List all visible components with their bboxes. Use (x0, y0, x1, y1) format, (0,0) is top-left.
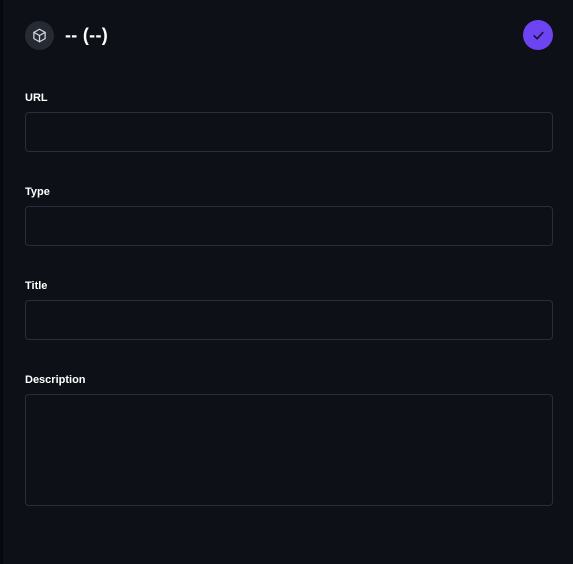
title-input[interactable] (25, 300, 553, 340)
box-icon (25, 20, 54, 50)
description-label: Description (25, 374, 86, 386)
link-editor-panel: -- (--) URL Type Title Description (0, 0, 573, 564)
url-label: URL (25, 92, 48, 104)
description-textarea[interactable] (25, 394, 553, 506)
url-field: URL (25, 92, 553, 152)
check-icon (532, 29, 545, 42)
description-field: Description (25, 374, 553, 506)
panel-title: -- (--) (65, 24, 109, 45)
type-input[interactable] (25, 206, 553, 246)
type-label: Type (25, 186, 50, 198)
confirm-button[interactable] (523, 20, 553, 50)
title-label: Title (25, 280, 48, 292)
url-input[interactable] (25, 112, 553, 152)
type-field: Type (25, 186, 553, 246)
title-field: Title (25, 280, 553, 340)
panel-header: -- (--) (25, 20, 553, 50)
